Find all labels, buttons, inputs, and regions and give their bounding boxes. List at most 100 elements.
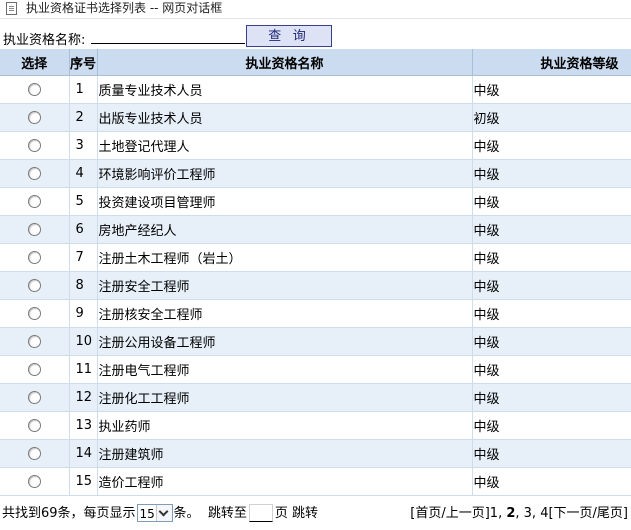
column-header-no: 序号 — [69, 49, 98, 76]
qualification-name: 注册公用设备工程师 — [97, 327, 473, 356]
window-titlebar: 执业资格证书选择列表 -- 网页对话框 — [0, 0, 631, 19]
row-number: 13 — [69, 411, 98, 440]
select-cell — [0, 327, 70, 356]
qualification-name: 造价工程师 — [97, 467, 473, 496]
qualification-name: 环境影响评价工程师 — [97, 159, 473, 188]
select-cell — [0, 159, 70, 188]
select-radio[interactable] — [27, 447, 41, 460]
page-link-3[interactable]: 3 — [524, 506, 532, 521]
first-prev-link[interactable]: [首页/上一页] — [410, 506, 490, 521]
row-number: 14 — [69, 439, 98, 468]
page-size-unit: 条。 — [173, 506, 200, 521]
table-row[interactable]: 8 注册安全工程师 中级 — [0, 271, 631, 300]
page-link-1[interactable]: 1 — [490, 506, 498, 521]
select-radio[interactable] — [27, 111, 41, 124]
qualification-level: 中级 — [472, 299, 631, 328]
select-radio[interactable] — [27, 419, 41, 432]
select-cell — [0, 215, 70, 244]
row-number: 10 — [69, 327, 98, 356]
next-last-link[interactable]: [下一页/尾页] — [548, 506, 628, 521]
qualification-name: 土地登记代理人 — [97, 131, 473, 160]
select-radio[interactable] — [27, 307, 41, 320]
page-size-select[interactable]: 15 — [136, 503, 173, 522]
select-radio[interactable] — [27, 279, 41, 292]
row-number: 11 — [69, 355, 98, 384]
jump-button[interactable]: 跳转 — [292, 506, 318, 521]
row-number: 7 — [69, 243, 98, 272]
select-cell — [0, 131, 70, 160]
window-title: 执业资格证书选择列表 -- 网页对话框 — [26, 1, 223, 15]
table-row[interactable]: 9 注册核安全工程师 中级 — [0, 299, 631, 328]
qualification-level: 中级 — [472, 439, 631, 468]
page-separator: , — [515, 506, 524, 521]
document-icon — [6, 2, 17, 15]
qualification-level: 中级 — [472, 411, 631, 440]
select-radio[interactable] — [27, 363, 41, 376]
pagination-info: 共找到69条，每页显示 15 条。 跳转至 页 跳转 — [2, 502, 318, 526]
qualification-name: 出版专业技术人员 — [97, 103, 473, 132]
table-row[interactable]: 14 注册建筑师 中级 — [0, 439, 631, 468]
qualification-level: 中级 — [472, 131, 631, 160]
qualification-name: 注册电气工程师 — [97, 355, 473, 384]
row-number: 3 — [69, 131, 98, 160]
row-number: 5 — [69, 187, 98, 216]
search-button[interactable]: 查 询 — [246, 25, 332, 47]
table-row[interactable]: 3 土地登记代理人 中级 — [0, 131, 631, 160]
table-row[interactable]: 5 投资建设项目管理师 中级 — [0, 187, 631, 216]
select-radio[interactable] — [27, 167, 41, 180]
qualification-level: 中级 — [472, 243, 631, 272]
select-radio[interactable] — [27, 251, 41, 264]
qualification-name: 注册土木工程师（岩土） — [97, 243, 473, 272]
select-cell — [0, 439, 70, 468]
table-row[interactable]: 12 注册化工工程师 中级 — [0, 383, 631, 412]
total-count-text: 共找到69条，每页显示 — [2, 506, 136, 521]
qualification-name: 房地产经纪人 — [97, 215, 473, 244]
select-radio[interactable] — [27, 195, 41, 208]
chevron-down-icon[interactable] — [155, 504, 172, 521]
table-body: 1 质量专业技术人员 中级 2 出版专业技术人员 初级 3 土地登记代理人 中级 4 环境影响评价工… — [0, 75, 631, 496]
table-row[interactable]: 15 造价工程师 中级 — [0, 467, 631, 496]
row-number: 9 — [69, 299, 98, 328]
select-cell — [0, 187, 70, 216]
qualification-table: 选择 序号 执业资格名称 执业资格等级 1 质量专业技术人员 中级 2 出版专业技术人员… — [0, 49, 631, 496]
column-header-level: 执业资格等级 — [472, 49, 631, 76]
table-row[interactable]: 10 注册公用设备工程师 中级 — [0, 327, 631, 356]
select-radio[interactable] — [27, 391, 41, 404]
qualification-level: 中级 — [472, 215, 631, 244]
qualification-name: 注册核安全工程师 — [97, 299, 473, 328]
table-row[interactable]: 6 房地产经纪人 中级 — [0, 215, 631, 244]
table-row[interactable]: 4 环境影响评价工程师 中级 — [0, 159, 631, 188]
qualification-level: 中级 — [472, 159, 631, 188]
qualification-level: 中级 — [472, 467, 631, 496]
row-number: 2 — [69, 103, 98, 132]
qualification-name: 注册建筑师 — [97, 439, 473, 468]
column-header-select: 选择 — [0, 49, 70, 76]
qualification-name: 注册化工工程师 — [97, 383, 473, 412]
table-row[interactable]: 11 注册电气工程师 中级 — [0, 355, 631, 384]
qualification-name: 执业药师 — [97, 411, 473, 440]
row-number: 1 — [69, 75, 98, 104]
table-row[interactable]: 7 注册土木工程师（岩土） 中级 — [0, 243, 631, 272]
select-cell — [0, 411, 70, 440]
select-radio[interactable] — [27, 335, 41, 348]
qualification-name: 投资建设项目管理师 — [97, 187, 473, 216]
jump-page-input[interactable] — [248, 503, 273, 522]
row-number: 12 — [69, 383, 98, 412]
select-cell — [0, 75, 70, 104]
table-row[interactable]: 2 出版专业技术人员 初级 — [0, 103, 631, 132]
qualification-name: 质量专业技术人员 — [97, 75, 473, 104]
page-numbers: 1, 2, 3, 4 — [490, 506, 549, 521]
table-row[interactable]: 1 质量专业技术人员 中级 — [0, 75, 631, 104]
select-cell — [0, 299, 70, 328]
select-radio[interactable] — [27, 83, 41, 96]
table-row[interactable]: 13 执业药师 中级 — [0, 411, 631, 440]
select-cell — [0, 243, 70, 272]
row-number: 15 — [69, 467, 98, 496]
select-radio[interactable] — [27, 223, 41, 236]
select-radio[interactable] — [27, 475, 41, 488]
qualification-level: 中级 — [472, 327, 631, 356]
column-header-name: 执业资格名称 — [97, 49, 473, 76]
select-radio[interactable] — [27, 139, 41, 152]
search-input[interactable] — [91, 27, 245, 44]
page-links: [首页/上一页]1, 2, 3, 4[下一页/尾页] — [410, 502, 628, 526]
